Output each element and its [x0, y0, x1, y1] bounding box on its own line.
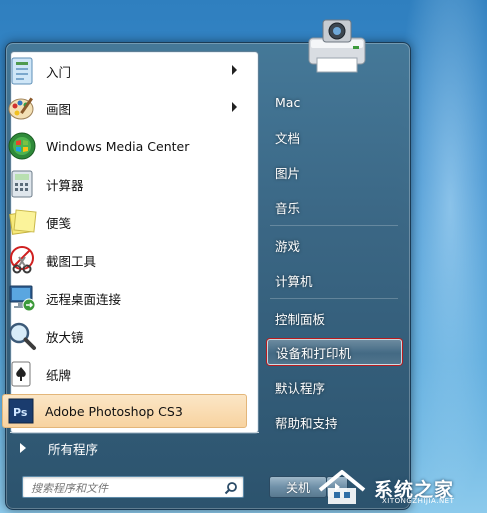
- program-label: 入门: [46, 64, 72, 80]
- right-item-label: 游戏: [275, 238, 301, 254]
- getting-started-icon: [6, 55, 38, 87]
- search-input[interactable]: [23, 478, 213, 499]
- right-item-control-panel[interactable]: 控制面板: [267, 305, 402, 331]
- right-item-label: 帮助和支持: [275, 415, 338, 431]
- right-item-label: 控制面板: [275, 311, 326, 327]
- program-item-remote-desktop[interactable]: 远程桌面连接: [4, 280, 245, 316]
- program-item-snipping-tool[interactable]: 截图工具: [4, 242, 245, 278]
- search-icon[interactable]: [224, 480, 238, 495]
- right-item-label: 计算机: [275, 273, 313, 289]
- right-item-pictures[interactable]: 图片: [267, 159, 402, 185]
- right-item-computer[interactable]: 计算机: [267, 267, 402, 293]
- house-logo-icon: [318, 470, 366, 504]
- calculator-icon: [6, 168, 38, 200]
- program-label: 计算器: [46, 177, 84, 193]
- right-item-help-support[interactable]: 帮助和支持: [267, 409, 402, 435]
- program-label: 截图工具: [46, 253, 97, 269]
- media-center-icon: [6, 130, 38, 162]
- program-label: 便笺: [46, 215, 72, 231]
- program-label: 放大镜: [46, 329, 84, 345]
- right-item-label: 音乐: [275, 200, 301, 216]
- photoshop-icon: Ps: [5, 395, 37, 427]
- divider: [270, 298, 398, 299]
- program-label: 纸牌: [46, 367, 72, 383]
- program-label: 画图: [46, 101, 72, 117]
- remote-desktop-icon: [6, 282, 38, 314]
- devices-printer-icon: [305, 18, 369, 76]
- svg-text:Ps: Ps: [13, 406, 28, 419]
- watermark-url: XITONGZHIJIA.NET: [382, 497, 455, 505]
- shutdown-label: 关机: [285, 480, 310, 495]
- program-label: Windows Media Center: [46, 138, 190, 154]
- watermark: 系统之家 XITONGZHIJIA.NET: [316, 466, 487, 510]
- expand-arrow-icon: [20, 443, 26, 453]
- right-item-label: 设备和打印机: [276, 345, 352, 361]
- program-item-sticky-notes[interactable]: 便笺: [4, 204, 245, 240]
- right-item-mac[interactable]: Mac: [267, 89, 402, 115]
- program-label: Adobe Photoshop CS3: [45, 403, 183, 419]
- paint-icon: [6, 92, 38, 124]
- search-box[interactable]: [22, 476, 244, 499]
- right-item-label: 默认程序: [275, 380, 326, 396]
- program-label: 远程桌面连接: [46, 291, 122, 307]
- program-item-solitaire[interactable]: 纸牌: [4, 356, 245, 392]
- all-programs-label: 所有程序: [48, 441, 99, 457]
- magnifier-icon: [6, 320, 38, 352]
- submenu-arrow-icon: [232, 65, 237, 75]
- program-item-paint[interactable]: 画图: [4, 90, 245, 126]
- submenu-arrow-icon: [232, 102, 237, 112]
- right-item-label: Mac: [275, 94, 301, 110]
- snipping-tool-icon: [6, 244, 38, 276]
- program-item-media-center[interactable]: Windows Media Center: [4, 128, 245, 164]
- right-item-games[interactable]: 游戏: [267, 232, 402, 258]
- right-item-default-programs[interactable]: 默认程序: [267, 374, 402, 400]
- divider: [10, 432, 259, 433]
- sticky-notes-icon: [6, 206, 38, 238]
- solitaire-icon: [6, 358, 38, 390]
- right-item-label: 文档: [275, 130, 301, 146]
- divider: [270, 225, 398, 226]
- all-programs-button[interactable]: 所有程序: [14, 437, 98, 459]
- right-item-devices-printers[interactable]: 设备和打印机: [267, 339, 402, 365]
- program-item-calculator[interactable]: 计算器: [4, 166, 245, 202]
- program-item-magnifier[interactable]: 放大镜: [4, 318, 245, 354]
- program-item-getting-started[interactable]: 入门: [4, 53, 245, 89]
- right-item-music[interactable]: 音乐: [267, 194, 402, 220]
- program-item-photoshop[interactable]: Ps Adobe Photoshop CS3: [2, 394, 247, 428]
- right-item-documents[interactable]: 文档: [267, 124, 402, 150]
- right-item-label: 图片: [275, 165, 301, 181]
